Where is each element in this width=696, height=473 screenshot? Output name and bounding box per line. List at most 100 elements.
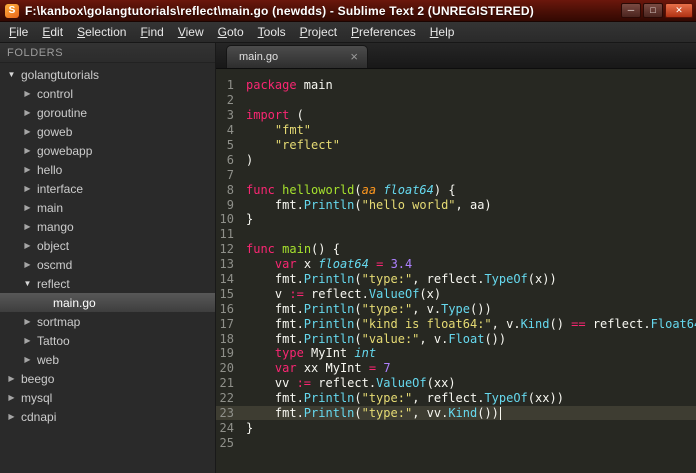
- chevron-collapsed-icon[interactable]: ▶: [22, 127, 33, 136]
- chevron-expanded-icon[interactable]: ▼: [6, 70, 17, 79]
- tree-item-label: beego: [21, 371, 55, 386]
- code-text: fmt.Println("type:", vv.Kind()): [246, 406, 501, 421]
- code-line[interactable]: 15 v := reflect.ValueOf(x): [216, 286, 696, 301]
- menu-help[interactable]: Help: [423, 23, 462, 42]
- line-number: 8: [226, 182, 234, 197]
- chevron-collapsed-icon[interactable]: ▶: [22, 146, 33, 155]
- code-line[interactable]: 7: [216, 167, 696, 182]
- chevron-collapsed-icon[interactable]: ▶: [22, 336, 33, 345]
- code-line[interactable]: 13 var x float64 = 3.4: [216, 257, 696, 272]
- folder-tree: ▼ golangtutorials ▶ control ▶ goroutine ▶ goweb…: [0, 63, 215, 426]
- tree-folder-oscmd[interactable]: ▶ oscmd: [0, 255, 215, 274]
- code-text: "fmt": [274, 123, 312, 138]
- tree-folder-main[interactable]: ▶ main: [0, 198, 215, 217]
- tree-folder-interface[interactable]: ▶ interface: [0, 179, 215, 198]
- code-text: vv := reflect.ValueOf(xx): [246, 376, 456, 391]
- menu-preferences[interactable]: Preferences: [344, 23, 423, 42]
- tree-folder-mango[interactable]: ▶ mango: [0, 217, 215, 236]
- tree-folder-sortmap[interactable]: ▶ sortmap: [0, 312, 215, 331]
- chevron-collapsed-icon[interactable]: ▶: [22, 317, 33, 326]
- chevron-expanded-icon[interactable]: ▼: [22, 279, 33, 288]
- chevron-collapsed-icon[interactable]: ▶: [22, 222, 33, 231]
- code-text: }: [246, 212, 254, 227]
- chevron-collapsed-icon[interactable]: ▶: [6, 412, 17, 421]
- tree-item-label: golangtutorials: [21, 67, 100, 82]
- code-line[interactable]: 17 fmt.Println("kind is float64:", v.Kin…: [216, 316, 696, 331]
- close-button[interactable]: ✕: [665, 3, 693, 18]
- code-line[interactable]: 23 fmt.Println("type:", vv.Kind()): [216, 405, 696, 421]
- chevron-collapsed-icon[interactable]: ▶: [22, 203, 33, 212]
- tree-item-label: goweb: [37, 124, 73, 139]
- chevron-collapsed-icon[interactable]: ▶: [22, 89, 33, 98]
- code-line[interactable]: 16 fmt.Println("type:", v.Type()): [216, 301, 696, 316]
- code-line[interactable]: 2: [216, 93, 696, 108]
- code-line[interactable]: 4 "fmt": [216, 123, 696, 138]
- tree-folder-goweb[interactable]: ▶ goweb: [0, 122, 215, 141]
- chevron-collapsed-icon[interactable]: ▶: [22, 165, 33, 174]
- menu-find[interactable]: Find: [133, 23, 170, 42]
- code-line[interactable]: 1 package main: [216, 78, 696, 93]
- tree-folder-beego[interactable]: ▶ beego: [0, 369, 215, 388]
- tree-item-label: oscmd: [37, 257, 73, 272]
- chevron-collapsed-icon[interactable]: ▶: [22, 108, 33, 117]
- window-title: F:\kanbox\golangtutorials\reflect\main.g…: [25, 3, 534, 18]
- code-line[interactable]: 12 func main() {: [216, 242, 696, 257]
- minimize-button[interactable]: ─: [621, 3, 641, 18]
- chevron-collapsed-icon[interactable]: ▶: [6, 393, 17, 402]
- tree-folder-golangtutorials[interactable]: ▼ golangtutorials: [0, 65, 215, 84]
- code-line[interactable]: 5 "reflect": [216, 138, 696, 153]
- tree-item-label: sortmap: [37, 314, 81, 329]
- code-line[interactable]: 14 fmt.Println("type:", reflect.TypeOf(x…: [216, 272, 696, 287]
- chevron-collapsed-icon[interactable]: ▶: [22, 184, 33, 193]
- maximize-button[interactable]: □: [643, 3, 663, 18]
- code-line[interactable]: 21 vv := reflect.ValueOf(xx): [216, 376, 696, 391]
- code-text: "reflect": [274, 138, 340, 152]
- code-line[interactable]: 18 fmt.Println("value:", v.Float()): [216, 331, 696, 346]
- tree-folder-gowebapp[interactable]: ▶ gowebapp: [0, 141, 215, 160]
- code-line[interactable]: 6): [216, 152, 696, 167]
- menu-project[interactable]: Project: [293, 23, 344, 42]
- code-line[interactable]: 9 fmt.Println("hello world", aa): [216, 197, 696, 212]
- code-editor[interactable]: 1 package main 2 3 import (4 "fmt" 5 "reflect…: [216, 69, 696, 473]
- code-line[interactable]: 10}: [216, 212, 696, 227]
- chevron-collapsed-icon[interactable]: ▶: [22, 355, 33, 364]
- tree-folder-object[interactable]: ▶ object: [0, 236, 215, 255]
- code-line[interactable]: 25: [216, 435, 696, 450]
- code-line[interactable]: 24}: [216, 420, 696, 435]
- code-line[interactable]: 22 fmt.Println("type:", reflect.TypeOf(x…: [216, 391, 696, 406]
- code-line[interactable]: 3 import (: [216, 108, 696, 123]
- tab-main-go[interactable]: main.go ×: [226, 45, 368, 68]
- tree-file-main.go[interactable]: main.go: [0, 293, 215, 312]
- code-text: type MyInt int: [274, 346, 377, 361]
- line-number: 21: [219, 376, 234, 391]
- tab-close-icon[interactable]: ×: [350, 50, 358, 63]
- menu-edit[interactable]: Edit: [35, 23, 70, 42]
- menu-selection[interactable]: Selection: [70, 23, 133, 42]
- code-line[interactable]: 19 type MyInt int: [216, 346, 696, 361]
- chevron-collapsed-icon[interactable]: ▶: [6, 374, 17, 383]
- menu-tools[interactable]: Tools: [251, 23, 293, 42]
- line-number: 13: [219, 257, 234, 272]
- main-area: FOLDERS ▼ golangtutorials ▶ control ▶ gorouti…: [0, 43, 696, 473]
- tree-folder-web[interactable]: ▶ web: [0, 350, 215, 369]
- tree-folder-mysql[interactable]: ▶ mysql: [0, 388, 215, 407]
- code-line[interactable]: 20 var xx MyInt = 7: [216, 361, 696, 376]
- code-line[interactable]: 11: [216, 227, 696, 242]
- title-bar[interactable]: S F:\kanbox\golangtutorials\reflect\main…: [0, 0, 696, 22]
- line-number: 10: [219, 212, 234, 227]
- tree-folder-cdnapi[interactable]: ▶ cdnapi: [0, 407, 215, 426]
- line-number: 3: [226, 108, 234, 123]
- tree-folder-control[interactable]: ▶ control: [0, 84, 215, 103]
- menu-file[interactable]: File: [2, 23, 35, 42]
- chevron-collapsed-icon[interactable]: ▶: [22, 260, 33, 269]
- tree-folder-goroutine[interactable]: ▶ goroutine: [0, 103, 215, 122]
- tree-folder-hello[interactable]: ▶ hello: [0, 160, 215, 179]
- code-line[interactable]: 8 func helloworld(aa float64) {: [216, 182, 696, 197]
- tree-folder-reflect[interactable]: ▼ reflect: [0, 274, 215, 293]
- tree-item-label: main.go: [53, 295, 96, 310]
- menu-view[interactable]: View: [171, 23, 211, 42]
- tree-item-label: web: [37, 352, 60, 367]
- chevron-collapsed-icon[interactable]: ▶: [22, 241, 33, 250]
- menu-goto[interactable]: Goto: [211, 23, 251, 42]
- tree-folder-Tattoo[interactable]: ▶ Tattoo: [0, 331, 215, 350]
